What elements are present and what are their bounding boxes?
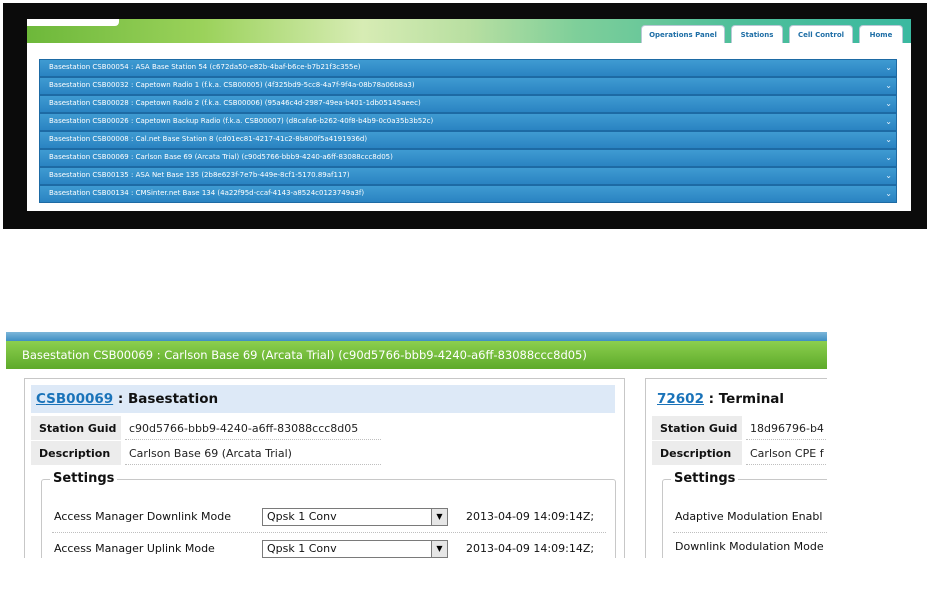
basestation-header-bar: Basestation CSB00069 : Carlson Base 69 (… xyxy=(6,341,827,369)
chevron-down-icon[interactable]: ⌄ xyxy=(885,150,892,165)
chevron-down-icon[interactable]: ⌄ xyxy=(885,96,892,111)
station-guid-label: Station Guid xyxy=(31,416,121,440)
terminal-id-link[interactable]: 72602 xyxy=(657,391,704,407)
description-value: Carlson Base 69 (Arcata Trial) xyxy=(125,441,381,465)
basestation-row-csb00008[interactable]: Basestation CSB00008 : Cal.net Base Stat… xyxy=(39,131,897,149)
basestation-type-label: : Basestation xyxy=(113,391,219,407)
tab-home[interactable]: Home xyxy=(859,25,903,43)
basestation-row-csb00026[interactable]: Basestation CSB00026 : Capetown Backup R… xyxy=(39,113,897,131)
chevron-down-icon[interactable]: ⌄ xyxy=(885,186,892,201)
terminal-settings-legend: Settings xyxy=(671,471,739,486)
basestation-row-label: Basestation CSB00134 : CMSinter.net Base… xyxy=(49,189,365,197)
tab-operations-panel[interactable]: Operations Panel xyxy=(641,25,725,43)
basestation-row-label: Basestation CSB00032 : Capetown Radio 1 … xyxy=(49,81,415,89)
downlink-mode-select[interactable]: Qpsk 1 Conv ▼ xyxy=(262,508,448,526)
setting-label: Access Manager Uplink Mode xyxy=(54,542,215,555)
basestation-row-csb00054[interactable]: Basestation CSB00054 : ASA Base Station … xyxy=(39,59,897,77)
select-value: Qpsk 1 Conv xyxy=(267,542,337,555)
terminal-setting-label: Downlink Modulation Mode xyxy=(675,540,824,553)
basestation-id-link[interactable]: CSB00069 xyxy=(36,391,113,407)
tab-cell-control[interactable]: Cell Control xyxy=(789,25,853,43)
description-label: Description xyxy=(31,441,121,465)
select-value: Qpsk 1 Conv xyxy=(267,510,337,523)
bottom-screenshot: Basestation CSB00069 : Carlson Base 69 (… xyxy=(6,332,827,558)
basestation-row-label: Basestation CSB00026 : Capetown Backup R… xyxy=(49,117,434,125)
basestation-row-csb00032[interactable]: Basestation CSB00032 : Capetown Radio 1 … xyxy=(39,77,897,95)
basestation-row-label: Basestation CSB00028 : Capetown Radio 2 … xyxy=(49,99,421,107)
chevron-down-icon[interactable]: ⌄ xyxy=(885,168,892,183)
basestation-row-label: Basestation CSB00054 : ASA Base Station … xyxy=(49,63,361,71)
basestation-row-csb00069[interactable]: Basestation CSB00069 : Carlson Base 69 (… xyxy=(39,149,897,167)
settings-legend: Settings xyxy=(50,471,118,486)
dropdown-arrow-icon[interactable]: ▼ xyxy=(431,541,447,557)
logo-placeholder xyxy=(27,19,119,26)
setting-label: Access Manager Downlink Mode xyxy=(54,510,231,523)
basestation-row-label: Basestation CSB00008 : Cal.net Base Stat… xyxy=(49,135,368,143)
setting-timestamp: 2013-04-09 14:09:14Z; xyxy=(466,510,595,523)
terminal-description-value: Carlson CPE f xyxy=(746,441,827,465)
description-row: Description Carlson Base 69 (Arcata Tria… xyxy=(31,441,381,466)
row-divider xyxy=(673,532,827,533)
terminal-guid-label: Station Guid xyxy=(652,416,742,440)
tab-stations[interactable]: Stations xyxy=(731,25,783,43)
terminal-panel: 72602 : Terminal Station Guid 18d96796-b… xyxy=(645,378,827,558)
terminal-guid-row: Station Guid 18d96796-b4 xyxy=(652,416,827,441)
chevron-down-icon[interactable]: ⌄ xyxy=(885,60,892,75)
basestation-panel: CSB00069 : Basestation Station Guid c90d… xyxy=(24,378,625,558)
top-screenshot-frame: Operations Panel Stations Cell Control H… xyxy=(3,3,927,229)
top-screenshot-page: Operations Panel Stations Cell Control H… xyxy=(27,19,911,211)
setting-timestamp: 2013-04-09 14:09:14Z; xyxy=(466,542,595,555)
basestation-panel-title: CSB00069 : Basestation xyxy=(31,385,615,413)
terminal-description-row: Description Carlson CPE f xyxy=(652,441,827,466)
top-blue-strip xyxy=(6,332,827,341)
settings-group: Settings Access Manager Downlink Mode Qp… xyxy=(41,471,616,558)
terminal-guid-value: 18d96796-b4 xyxy=(746,416,827,440)
terminal-settings-group: Settings Adaptive Modulation Enabl Downl… xyxy=(662,471,827,558)
terminal-setting-label: Adaptive Modulation Enabl xyxy=(675,510,823,523)
terminal-panel-title: 72602 : Terminal xyxy=(652,385,827,413)
basestation-row-csb00134[interactable]: Basestation CSB00134 : CMSinter.net Base… xyxy=(39,185,897,203)
chevron-down-icon[interactable]: ⌄ xyxy=(885,78,892,93)
row-divider xyxy=(52,532,606,533)
dropdown-arrow-icon[interactable]: ▼ xyxy=(431,509,447,525)
chevron-down-icon[interactable]: ⌄ xyxy=(885,114,892,129)
terminal-type-label: : Terminal xyxy=(703,391,785,407)
basestation-row-label: Basestation CSB00069 : Carlson Base 69 (… xyxy=(49,153,393,161)
basestation-row-csb00135[interactable]: Basestation CSB00135 : ASA Net Base 135 … xyxy=(39,167,897,185)
basestation-accordion: Basestation CSB00054 : ASA Base Station … xyxy=(39,59,897,203)
basestation-row-label: Basestation CSB00135 : ASA Net Base 135 … xyxy=(49,171,350,179)
chevron-down-icon[interactable]: ⌄ xyxy=(885,132,892,147)
terminal-description-label: Description xyxy=(652,441,742,465)
basestation-row-csb00028[interactable]: Basestation CSB00028 : Capetown Radio 2 … xyxy=(39,95,897,113)
uplink-mode-select[interactable]: Qpsk 1 Conv ▼ xyxy=(262,540,448,558)
station-guid-value: c90d5766-bbb9-4240-a6ff-83088ccc8d05 xyxy=(125,416,381,440)
station-guid-row: Station Guid c90d5766-bbb9-4240-a6ff-830… xyxy=(31,416,381,441)
